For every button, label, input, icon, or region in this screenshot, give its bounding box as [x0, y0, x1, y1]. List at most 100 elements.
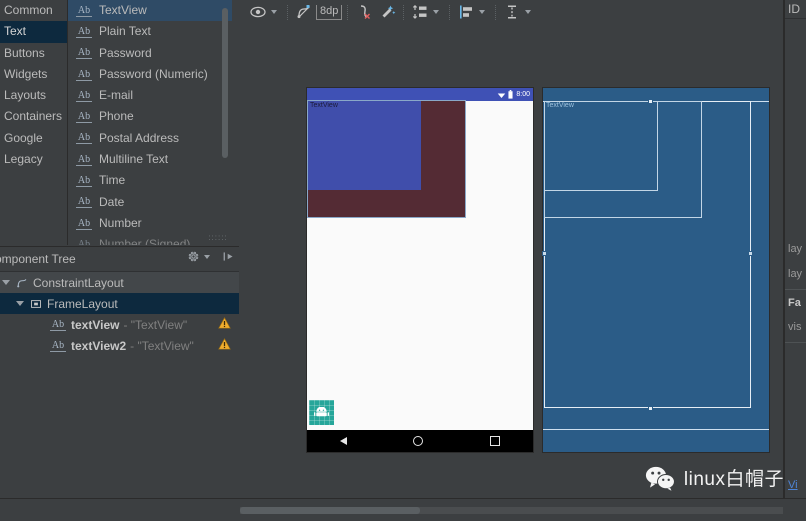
palette-item-postal-address[interactable]: Ab Postal Address: [68, 128, 232, 149]
toolbar-divider: [287, 4, 289, 20]
palette-scrollbar[interactable]: [222, 0, 228, 245]
warning-icon[interactable]: [218, 338, 231, 353]
nav-home-icon[interactable]: [413, 436, 424, 446]
palette-item-password-numeric[interactable]: Ab Password (Numeric): [68, 64, 232, 85]
palette-item-textview[interactable]: Ab TextView: [68, 0, 232, 22]
nav-recents-icon[interactable]: [489, 436, 500, 446]
palette-item-label: E-mail: [99, 88, 134, 103]
palette-category-common[interactable]: Common: [0, 0, 67, 21]
palette-item-phone[interactable]: Ab Phone: [68, 106, 232, 127]
tree-item-label: textView: [71, 317, 120, 332]
horizontal-scrollbar[interactable]: [240, 507, 783, 514]
palette-category-legacy[interactable]: Legacy: [0, 149, 67, 170]
chevron-down-icon[interactable]: [16, 301, 24, 306]
attribute-row-layout-height[interactable]: lay: [788, 268, 802, 280]
default-margin-value[interactable]: 8dp: [316, 4, 343, 20]
text-widget-icon: Ab: [76, 175, 92, 188]
chevron-down-icon[interactable]: [2, 280, 10, 285]
view-options-caret-icon[interactable]: [271, 10, 277, 14]
toolbar-divider: [347, 4, 349, 20]
palette-category-text[interactable]: Text: [0, 21, 67, 43]
collapse-all-icon[interactable]: [222, 250, 235, 263]
toolbar-divider: [403, 4, 405, 20]
toolbar-divider: [449, 4, 451, 20]
text-widget-icon: Ab: [76, 239, 92, 245]
text-widget-icon: Ab: [76, 132, 92, 145]
palette-category-buttons[interactable]: Buttons: [0, 43, 67, 64]
attribute-row-layout-width[interactable]: lay: [788, 243, 802, 255]
palette-item-email[interactable]: Ab E-mail: [68, 85, 232, 106]
nav-back-icon[interactable]: [340, 437, 348, 445]
resize-handle-top[interactable]: [648, 99, 653, 104]
bottom-bar: [0, 498, 806, 521]
palette-item-password[interactable]: Ab Password: [68, 43, 232, 64]
resize-handle-bottom[interactable]: [648, 406, 653, 411]
gear-caret-icon[interactable]: [204, 254, 210, 259]
text-widget-icon: Ab: [76, 47, 92, 60]
textview-caption: TextView: [310, 102, 338, 109]
guidelines-icon[interactable]: [502, 1, 522, 23]
view-all-attributes-link[interactable]: Vi: [788, 479, 798, 491]
table-row[interactable]: ConstraintLayout: [0, 272, 239, 293]
pack-align-caret-icon[interactable]: [433, 10, 440, 14]
table-row[interactable]: FrameLayout: [0, 293, 239, 314]
palette-category-containers[interactable]: Containers: [0, 106, 67, 127]
resize-handle-left[interactable]: [542, 251, 547, 256]
infer-constraints-icon[interactable]: [354, 1, 374, 23]
palette-item-label: Phone: [99, 109, 134, 124]
table-row[interactable]: Ab textView2 - "TextView": [0, 335, 239, 356]
align-horizontal-icon[interactable]: [456, 1, 476, 23]
component-tree-panel: omponent Tree ConstraintLayout FrameLayo…: [0, 246, 239, 500]
palette-item-multiline-text[interactable]: Ab Multiline Text: [68, 149, 232, 170]
palette-scrollbar-thumb[interactable]: [222, 8, 228, 158]
palette-category-widgets[interactable]: Widgets: [0, 64, 67, 85]
bottom-left-pane: [0, 499, 239, 521]
palette-item-label: Time: [99, 173, 126, 188]
palette-item-label: Date: [99, 194, 125, 209]
palette-category-layouts[interactable]: Layouts: [0, 85, 67, 106]
text-widget-icon: Ab: [76, 153, 92, 166]
device-blueprint-preview[interactable]: TextView: [542, 88, 769, 452]
view-options-icon[interactable]: [248, 1, 268, 23]
palette-item-list[interactable]: Ab TextView Ab Plain Text Ab Password Ab…: [68, 0, 232, 245]
gear-icon[interactable]: [187, 250, 200, 263]
component-tree-body[interactable]: ConstraintLayout FrameLayout Ab textView…: [0, 271, 239, 500]
palette-item-label: Plain Text: [99, 24, 151, 39]
palette-item-date[interactable]: Ab Date: [68, 192, 232, 213]
magic-autoconnect-icon[interactable]: [378, 1, 398, 23]
tree-item-label: ConstraintLayout: [33, 275, 124, 290]
design-toolbar[interactable]: 8dp: [240, 0, 783, 24]
warning-icon[interactable]: [218, 317, 231, 332]
component-tree-actions: [187, 250, 235, 263]
resize-handle-right[interactable]: [748, 251, 753, 256]
device-status-bar: 8:00: [307, 88, 533, 101]
attribute-row-favorites[interactable]: Fa: [788, 297, 801, 309]
horizontal-scrollbar-thumb[interactable]: [240, 507, 420, 514]
table-row[interactable]: Ab textView - "TextView": [0, 314, 239, 335]
palette-resize-grip[interactable]: ::::::: [136, 234, 232, 242]
component-tree-title: omponent Tree: [0, 252, 76, 266]
align-horizontal-caret-icon[interactable]: [479, 10, 486, 14]
clear-constraints-icon[interactable]: [294, 1, 314, 23]
palette-item-time[interactable]: Ab Time: [68, 170, 232, 191]
constraintlayout-icon: [16, 277, 28, 289]
palette-item-label: Password: [99, 45, 152, 60]
guidelines-caret-icon[interactable]: [525, 10, 532, 14]
device-render-preview[interactable]: 8:00 TextView: [307, 88, 533, 452]
palette-category-google[interactable]: Google: [0, 128, 67, 149]
tree-item-subtext: - "TextView": [123, 317, 188, 332]
attributes-id-label: ID: [785, 0, 806, 19]
toolbar-divider: [495, 4, 497, 20]
text-widget-icon: Ab: [76, 4, 92, 17]
pack-align-icon[interactable]: [410, 1, 430, 23]
design-canvas[interactable]: 8:00 TextView TextView: [240, 25, 783, 499]
text-widget-icon: Ab: [76, 111, 92, 124]
palette-item-plain-text[interactable]: Ab Plain Text: [68, 21, 232, 42]
attribute-row-visibility[interactable]: vis: [788, 321, 801, 333]
palette-item-number[interactable]: Ab Number: [68, 213, 232, 234]
framelayout-icon: [30, 298, 42, 310]
component-tree-header: omponent Tree: [0, 247, 239, 271]
blueprint-textview-outline[interactable]: [544, 101, 658, 191]
palette-category-list[interactable]: Common Text Buttons Widgets Layouts Cont…: [0, 0, 68, 245]
textview-widget[interactable]: [308, 101, 421, 190]
